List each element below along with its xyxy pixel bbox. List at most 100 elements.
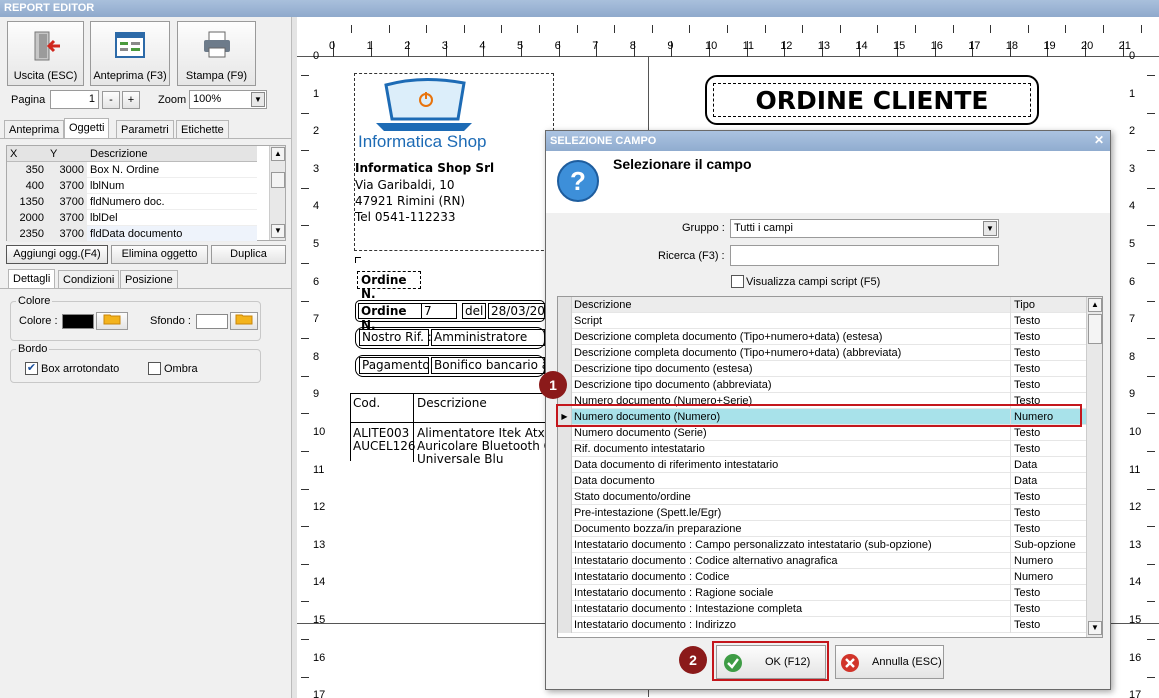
field-row[interactable]: Stato documento/ordine Testo [558, 489, 1088, 505]
field-row[interactable]: Intestatario documento : Ragione sociale… [558, 585, 1088, 601]
shadow-checkbox[interactable] [148, 362, 161, 375]
scroll-thumb[interactable] [1088, 314, 1102, 344]
page-plus-button[interactable]: + [122, 91, 140, 109]
page-input[interactable]: 1 [50, 90, 99, 109]
ordine-label-box[interactable]: Ordine N. [357, 271, 421, 301]
grid-cell-desc: fldNumero doc. [90, 196, 165, 208]
dialog-title: SELEZIONE CAMPO ✕ [546, 131, 1110, 151]
field-description: Data documento di riferimento intestatar… [574, 457, 1011, 473]
preview-button[interactable]: Anteprima (F3) [90, 21, 170, 86]
highlight-ok-button [712, 641, 829, 681]
exit-button[interactable]: Uscita (ESC) [7, 21, 84, 86]
chevron-down-icon[interactable]: ▼ [251, 92, 265, 107]
ruler-minor-tick [1147, 639, 1155, 640]
company-phone[interactable]: Tel 0541-112233 [355, 210, 456, 224]
grid-row[interactable]: 2350 3700 fldData documento [7, 226, 257, 242]
field-row[interactable]: Pre-intestazione (Spett.le/Egr) Testo [558, 505, 1088, 521]
field-row[interactable]: Data documento di riferimento intestatar… [558, 457, 1088, 473]
tab-etichette[interactable]: Etichette [176, 120, 229, 138]
print-button[interactable]: Stampa (F9) [177, 21, 256, 86]
script-checkbox[interactable] [731, 275, 744, 288]
ruler-minor-tick [301, 676, 309, 678]
company-logo[interactable]: Informatica Shop [358, 77, 500, 155]
chevron-down-icon[interactable]: ▼ [983, 221, 997, 236]
tab-condizioni[interactable]: Condizioni [58, 270, 120, 288]
field-description: Intestatario documento : Codice alternat… [574, 553, 1011, 569]
objects-grid[interactable]: X Y Descrizione 350 3000 Box N. Ordine 400 3… [6, 145, 286, 242]
tab-posizione[interactable]: Posizione [120, 270, 178, 288]
row-indicator [558, 473, 572, 489]
zoom-select[interactable]: 100% ▼ [189, 90, 267, 109]
scroll-down-icon[interactable]: ▼ [1088, 621, 1102, 635]
ruler-minor-tick [301, 488, 309, 490]
tab-anteprima[interactable]: Anteprima [4, 120, 65, 138]
field-row[interactable]: Script Testo [558, 313, 1088, 329]
title-box[interactable]: ORDINE CLIENTE [705, 75, 1039, 125]
scroll-thumb[interactable] [271, 172, 285, 188]
field-row[interactable]: Documento bozza/in preparazione Testo [558, 521, 1088, 537]
page-minus-button[interactable]: - [102, 91, 120, 109]
field-row[interactable]: Intestatario documento : Intestazione co… [558, 601, 1088, 617]
ruler-minor-tick [1147, 75, 1155, 76]
add-object-button[interactable]: Aggiungi ogg.(F4) [6, 245, 108, 264]
lines-table[interactable]: Cod. Descrizione ALITE003 Alimentatore It… [350, 393, 552, 466]
bg-color-swatch[interactable] [196, 314, 228, 329]
group-select[interactable]: Tutti i campi ▼ [730, 219, 999, 238]
selection-handle[interactable] [355, 257, 361, 263]
search-input[interactable] [730, 245, 999, 266]
scroll-down-icon[interactable]: ▼ [271, 224, 285, 238]
close-icon[interactable]: ✕ [1094, 133, 1104, 147]
fg-color-picker-button[interactable] [96, 312, 128, 330]
bg-color-picker-button[interactable] [230, 312, 258, 330]
field-list-scrollbar[interactable]: ▲ ▼ [1086, 297, 1102, 637]
ruler-label: 16 [930, 40, 943, 52]
field-row[interactable]: Descrizione completa documento (Tipo+num… [558, 329, 1088, 345]
subtab-divider [0, 288, 291, 289]
grid-scrollbar[interactable]: ▲ ▼ [269, 146, 285, 240]
fg-color-swatch[interactable] [62, 314, 94, 329]
company-address2[interactable]: 47921 Rimini (RN) [355, 194, 465, 208]
row-indicator [558, 441, 572, 457]
field-row[interactable]: Intestatario documento : Codice alternat… [558, 553, 1088, 569]
rounded-checkbox[interactable]: ✔ [25, 362, 38, 375]
ruler-minor-tick [1147, 676, 1155, 678]
grid-row[interactable]: 400 3700 lblNum [7, 178, 257, 194]
field-row[interactable]: Descrizione tipo documento (estesa) Testo [558, 361, 1088, 377]
duplicate-button[interactable]: Duplica [211, 245, 286, 264]
ruler-label: 7 [592, 40, 599, 52]
field-row[interactable]: Intestatario documento : Indirizzo Testo [558, 617, 1088, 633]
ruler-label: 14 [1129, 576, 1142, 589]
field-row[interactable]: Intestatario documento : Codice Numero [558, 569, 1088, 585]
row-indicator [558, 569, 572, 585]
grid-cell-desc: Box N. Ordine [90, 164, 160, 176]
ruler-label: 10 [313, 426, 326, 438]
field-row[interactable]: Intestatario documento : Campo personali… [558, 537, 1088, 553]
field-type: Testo [1014, 347, 1041, 359]
tab-dettagli[interactable]: Dettagli [8, 269, 56, 289]
field-row[interactable]: Rif. documento intestatario Testo [558, 441, 1088, 457]
scroll-up-icon[interactable]: ▲ [271, 147, 285, 161]
scroll-up-icon[interactable]: ▲ [1088, 298, 1102, 312]
grid-row[interactable]: 1350 3700 fldNumero doc. [7, 194, 257, 210]
dialog-header: ? Selezionare il campo [546, 151, 1110, 213]
delete-object-button[interactable]: Elimina oggetto [111, 245, 208, 264]
ruler-label: 1 [313, 87, 320, 100]
company-address1[interactable]: Via Garibaldi, 10 [355, 178, 455, 192]
vertical-ruler-right: 0 1 2 3 4 5 6 7 8 9 10 11 12 13 14 15 16 17 [1123, 50, 1159, 698]
tab-parametri[interactable]: Parametri [116, 120, 174, 138]
ordine-number: 7 [421, 303, 457, 319]
field-row[interactable]: Data documento Data [558, 473, 1088, 489]
field-row[interactable]: Descrizione tipo documento (abbreviata) T… [558, 377, 1088, 393]
grid-cell-y: 3700 [47, 210, 87, 226]
field-row[interactable]: Numero documento (Serie) Testo [558, 425, 1088, 441]
field-type: Numero [1014, 555, 1054, 567]
field-row[interactable]: Descrizione completa documento (Tipo+num… [558, 345, 1088, 361]
field-list[interactable]: Descrizione Tipo Script Testo Descrizione … [557, 296, 1103, 638]
tab-oggetti[interactable]: Oggetti [64, 118, 110, 139]
field-type: Testo [1014, 491, 1041, 503]
cancel-button[interactable]: Annulla (ESC) [835, 645, 944, 679]
grid-row[interactable]: 2000 3700 lblDel [7, 210, 257, 226]
company-name[interactable]: Informatica Shop Srl [355, 161, 494, 175]
grid-row[interactable]: 350 3000 Box N. Ordine [7, 162, 257, 178]
field-list-header: Descrizione Tipo [558, 297, 1088, 313]
